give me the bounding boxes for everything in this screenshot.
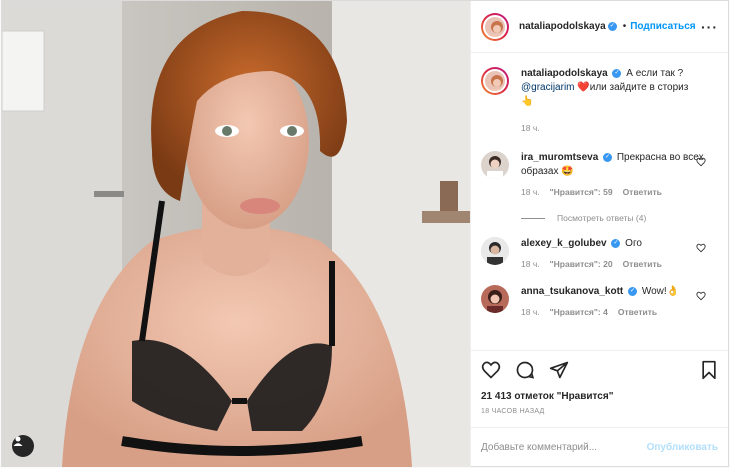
comment-reply-button[interactable]: Ответить — [623, 257, 662, 271]
caption-avatar[interactable] — [483, 69, 507, 93]
commenter-avatar[interactable] — [481, 285, 509, 313]
comment-likes[interactable]: "Нравится": 59 — [550, 185, 613, 199]
comment-username[interactable]: ira_muromtseva — [521, 152, 598, 163]
comment-username[interactable]: alexey_k_golubev — [521, 238, 607, 249]
photo-illustration — [2, 1, 470, 467]
likes-count[interactable]: 21 413 отметок "Нравится" — [481, 391, 718, 402]
comment-input[interactable]: Добавьте комментарий... — [481, 442, 597, 453]
posted-time[interactable]: 18 ЧАСОВ НАЗАД — [481, 408, 718, 415]
comment-heart-icon[interactable] — [696, 291, 706, 301]
comment-row: alexey_k_golubev ✓ Ого 18 ч. "Нравится":… — [481, 237, 718, 271]
comment-body: alexey_k_golubev ✓ Ого 18 ч. "Нравится":… — [521, 237, 718, 271]
caption-text: А если так ? — [626, 68, 684, 79]
author-avatar[interactable] — [483, 14, 507, 39]
more-icon[interactable]: ··· — [701, 19, 718, 35]
share-icon[interactable] — [549, 360, 569, 380]
comment-heart-icon[interactable] — [696, 243, 706, 253]
publish-button[interactable]: Опубликовать — [647, 442, 718, 453]
comment-reply-button[interactable]: Ответить — [623, 185, 662, 199]
commenter-avatar[interactable] — [481, 151, 509, 179]
post-photo[interactable] — [2, 1, 470, 467]
comment-time[interactable]: 18 ч. — [521, 257, 540, 271]
comments-list: nataliapodolskaya ✓ А если так ? @gracij… — [471, 53, 728, 350]
follow-button[interactable]: Подписаться — [630, 21, 695, 32]
comment-meta: 18 ч. "Нравится": 4 Ответить — [521, 305, 718, 319]
comment-username[interactable]: anna_tsukanova_kott — [521, 286, 623, 297]
comment-time[interactable]: 18 ч. — [521, 305, 540, 319]
caption-avatar-ring[interactable] — [481, 67, 509, 95]
caption-username[interactable]: nataliapodolskaya — [521, 68, 608, 79]
comment-icon[interactable] — [515, 360, 535, 380]
comment-heart-icon[interactable] — [696, 157, 706, 167]
post-actions: 21 413 отметок "Нравится" 18 ЧАСОВ НАЗАД — [471, 350, 728, 427]
view-replies-button[interactable]: Посмотреть ответы (4) — [521, 213, 718, 223]
comment-text: Wow!👌 — [641, 286, 680, 297]
verified-icon: ✓ — [612, 68, 622, 78]
replies-line — [521, 217, 545, 219]
add-comment-bar: Добавьте комментарий... Опубликовать — [471, 427, 728, 467]
comment-likes[interactable]: "Нравится": 20 — [550, 257, 613, 271]
author-username[interactable]: nataliapodolskaya — [519, 21, 606, 32]
comment-meta: 18 ч. "Нравится": 59 Ответить — [521, 185, 718, 199]
verified-icon: ✓ — [628, 286, 638, 296]
comment-text: Ого — [625, 238, 642, 249]
comment-reply-button[interactable]: Ответить — [618, 305, 657, 319]
heart-icon[interactable] — [481, 360, 501, 380]
comment-row: anna_tsukanova_kott ✓ Wow!👌 18 ч. "Нрави… — [481, 285, 718, 319]
author-avatar-ring[interactable] — [481, 12, 509, 41]
caption-text-2: ❤️или зайдите в сториз — [577, 82, 689, 93]
action-icons — [481, 359, 718, 381]
verified-icon: ✓ — [607, 22, 617, 31]
caption-mention[interactable]: @gracijarim — [521, 82, 575, 93]
caption: nataliapodolskaya ✓ А если так ? @gracij… — [481, 67, 718, 135]
comment-meta: 18 ч. "Нравится": 20 Ответить — [521, 257, 718, 271]
caption-emoji: 👆 — [521, 96, 534, 107]
comment-body: ira_muromtseva ✓ Прекрасна во всех образ… — [521, 151, 718, 199]
comment-time[interactable]: 18 ч. — [521, 185, 540, 199]
separator-dot: • — [622, 21, 627, 32]
commenter-avatar[interactable] — [481, 237, 509, 265]
post-sidebar: nataliapodolskaya ✓ • Подписаться ··· na… — [470, 1, 728, 467]
post-header: nataliapodolskaya ✓ • Подписаться ··· — [471, 1, 728, 53]
caption-time[interactable]: 18 ч. — [521, 121, 540, 135]
user-tag-icon[interactable] — [12, 435, 34, 457]
caption-body: nataliapodolskaya ✓ А если так ? @gracij… — [521, 67, 718, 135]
comment-likes[interactable]: "Нравится": 4 — [550, 305, 608, 319]
view-replies-label: Посмотреть ответы (4) — [557, 213, 647, 223]
caption-meta: 18 ч. — [521, 121, 718, 135]
comment-row: ira_muromtseva ✓ Прекрасна во всех образ… — [481, 151, 718, 199]
verified-icon: ✓ — [603, 152, 613, 162]
comment-body: anna_tsukanova_kott ✓ Wow!👌 18 ч. "Нрави… — [521, 285, 718, 319]
verified-icon: ✓ — [611, 238, 621, 248]
post-container: nataliapodolskaya ✓ • Подписаться ··· na… — [1, 0, 729, 467]
bookmark-icon[interactable] — [700, 360, 718, 380]
